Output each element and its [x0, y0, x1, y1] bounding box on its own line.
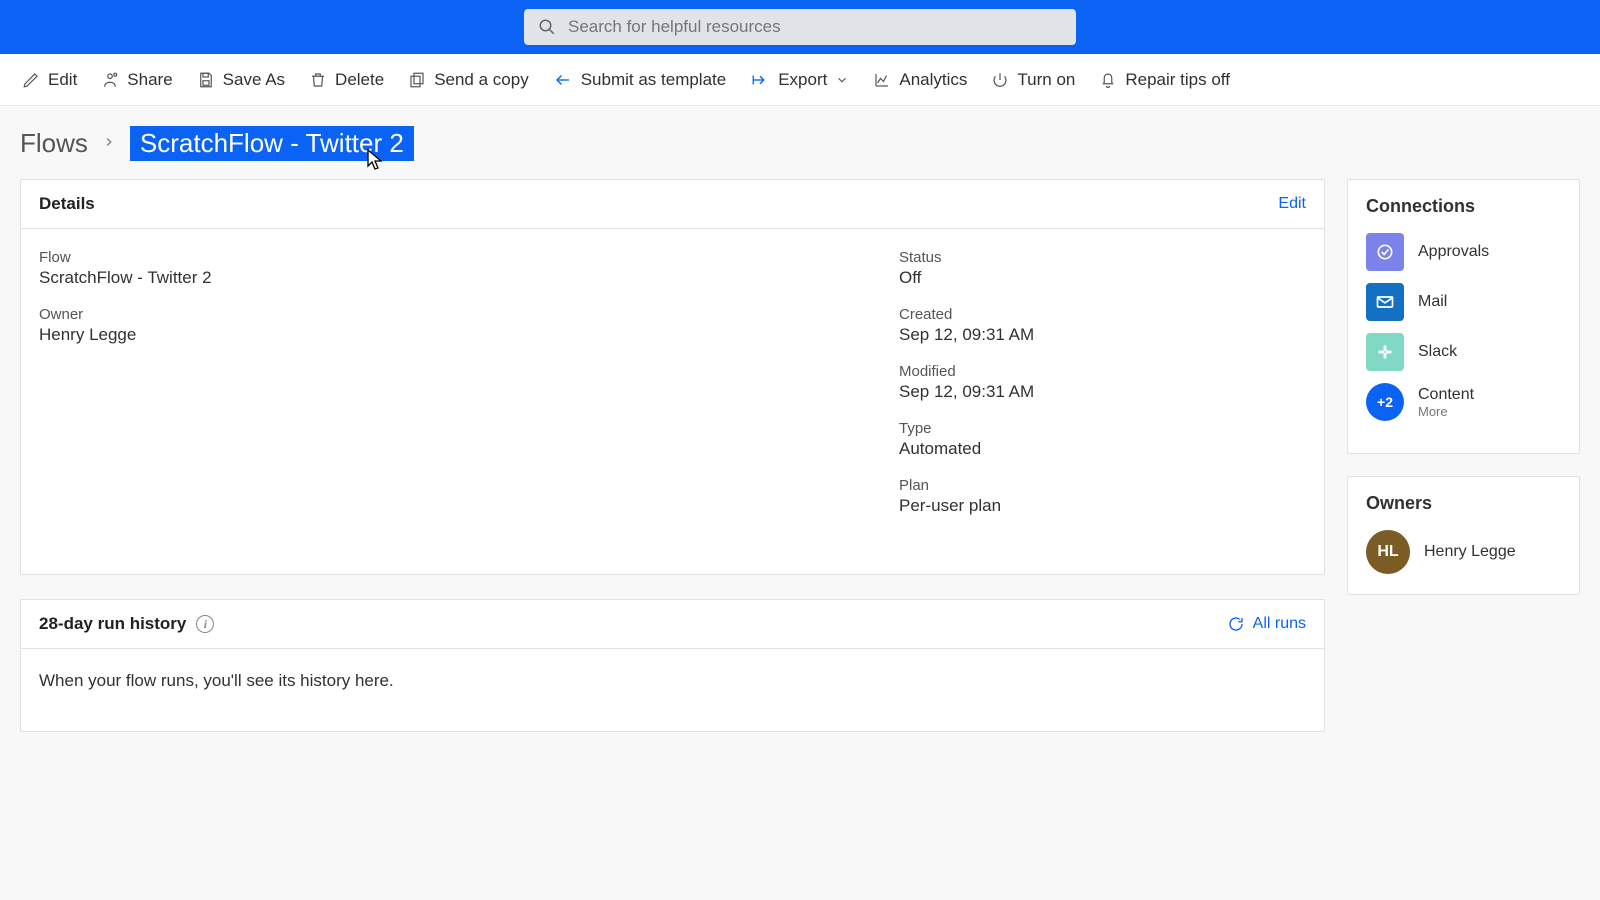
- owner-name: Henry Legge: [1424, 543, 1516, 561]
- delete-label: Delete: [335, 70, 384, 90]
- power-icon: [991, 71, 1009, 89]
- edit-button[interactable]: Edit: [20, 64, 79, 96]
- delete-button[interactable]: Delete: [307, 64, 386, 96]
- analytics-label: Analytics: [899, 70, 967, 90]
- avatar: HL: [1366, 530, 1410, 574]
- chart-icon: [873, 71, 891, 89]
- pencil-icon: [22, 71, 40, 89]
- status-value: Off: [899, 268, 1306, 288]
- search-icon: [538, 18, 556, 36]
- export-button[interactable]: Export: [748, 64, 851, 96]
- submit-icon: [553, 71, 573, 89]
- approvals-icon: [1366, 233, 1404, 271]
- connection-label: Approvals: [1418, 243, 1489, 261]
- type-value: Automated: [899, 439, 1306, 459]
- search-input[interactable]: [568, 17, 1062, 37]
- breadcrumb: Flows ScratchFlow - Twitter 2: [0, 106, 1600, 179]
- top-bar: [0, 0, 1600, 54]
- owner-label: Owner: [39, 306, 899, 323]
- breadcrumb-current: ScratchFlow - Twitter 2: [130, 126, 414, 161]
- turn-on-button[interactable]: Turn on: [989, 64, 1077, 96]
- created-value: Sep 12, 09:31 AM: [899, 325, 1306, 345]
- save-icon: [197, 71, 215, 89]
- connection-item[interactable]: Mail: [1366, 283, 1561, 321]
- plan-label: Plan: [899, 477, 1306, 494]
- share-label: Share: [127, 70, 172, 90]
- bell-icon: [1099, 71, 1117, 89]
- connection-item[interactable]: Approvals: [1366, 233, 1561, 271]
- export-icon: [750, 71, 770, 89]
- all-runs-label: All runs: [1253, 615, 1306, 633]
- info-icon[interactable]: i: [196, 615, 214, 633]
- connections-card: Connections Approvals Mail Slack: [1347, 179, 1580, 454]
- connection-more[interactable]: +2 Content More: [1366, 383, 1561, 421]
- copy-icon: [408, 71, 426, 89]
- analytics-button[interactable]: Analytics: [871, 64, 969, 96]
- connection-label: Slack: [1418, 343, 1457, 361]
- type-label: Type: [899, 420, 1306, 437]
- trash-icon: [309, 71, 327, 89]
- command-bar: Edit Share Save As Delete Send a copy Su…: [0, 54, 1600, 106]
- owners-title: Owners: [1366, 493, 1561, 514]
- owners-card: Owners HL Henry Legge: [1347, 476, 1580, 595]
- plan-value: Per-user plan: [899, 496, 1306, 516]
- repair-tips-label: Repair tips off: [1125, 70, 1230, 90]
- owner-item[interactable]: HL Henry Legge: [1366, 530, 1561, 574]
- send-copy-label: Send a copy: [434, 70, 529, 90]
- flow-label: Flow: [39, 249, 899, 266]
- connection-item[interactable]: Slack: [1366, 333, 1561, 371]
- connection-more-sub: More: [1418, 404, 1474, 419]
- share-icon: [101, 71, 119, 89]
- modified-label: Modified: [899, 363, 1306, 380]
- owner-value: Henry Legge: [39, 325, 899, 345]
- flow-value: ScratchFlow - Twitter 2: [39, 268, 899, 288]
- status-label: Status: [899, 249, 1306, 266]
- modified-value: Sep 12, 09:31 AM: [899, 382, 1306, 402]
- run-history-card: 28-day run history i All runs When your …: [20, 599, 1325, 732]
- connection-label: Mail: [1418, 293, 1447, 311]
- search-box[interactable]: [524, 9, 1076, 45]
- chevron-down-icon: [835, 73, 849, 87]
- share-button[interactable]: Share: [99, 64, 174, 96]
- repair-tips-button[interactable]: Repair tips off: [1097, 64, 1232, 96]
- export-label: Export: [778, 70, 827, 90]
- run-history-empty-text: When your flow runs, you'll see its hist…: [21, 649, 1324, 731]
- connections-title: Connections: [1366, 196, 1561, 217]
- run-history-title: 28-day run history: [39, 614, 186, 634]
- connection-more-label: Content: [1418, 386, 1474, 404]
- details-edit-link[interactable]: Edit: [1278, 195, 1306, 213]
- submit-template-button[interactable]: Submit as template: [551, 64, 729, 96]
- slack-icon: [1366, 333, 1404, 371]
- send-copy-button[interactable]: Send a copy: [406, 64, 531, 96]
- details-card: Details Edit Flow ScratchFlow - Twitter …: [20, 179, 1325, 575]
- chevron-right-icon: [102, 133, 116, 154]
- mail-icon: [1366, 283, 1404, 321]
- save-as-label: Save As: [223, 70, 285, 90]
- more-badge-icon: +2: [1366, 383, 1404, 421]
- all-runs-link[interactable]: All runs: [1227, 615, 1306, 633]
- save-as-button[interactable]: Save As: [195, 64, 287, 96]
- breadcrumb-root[interactable]: Flows: [20, 128, 88, 159]
- refresh-icon: [1227, 615, 1245, 633]
- details-title: Details: [39, 194, 95, 214]
- created-label: Created: [899, 306, 1306, 323]
- turn-on-label: Turn on: [1017, 70, 1075, 90]
- edit-label: Edit: [48, 70, 77, 90]
- submit-template-label: Submit as template: [581, 70, 727, 90]
